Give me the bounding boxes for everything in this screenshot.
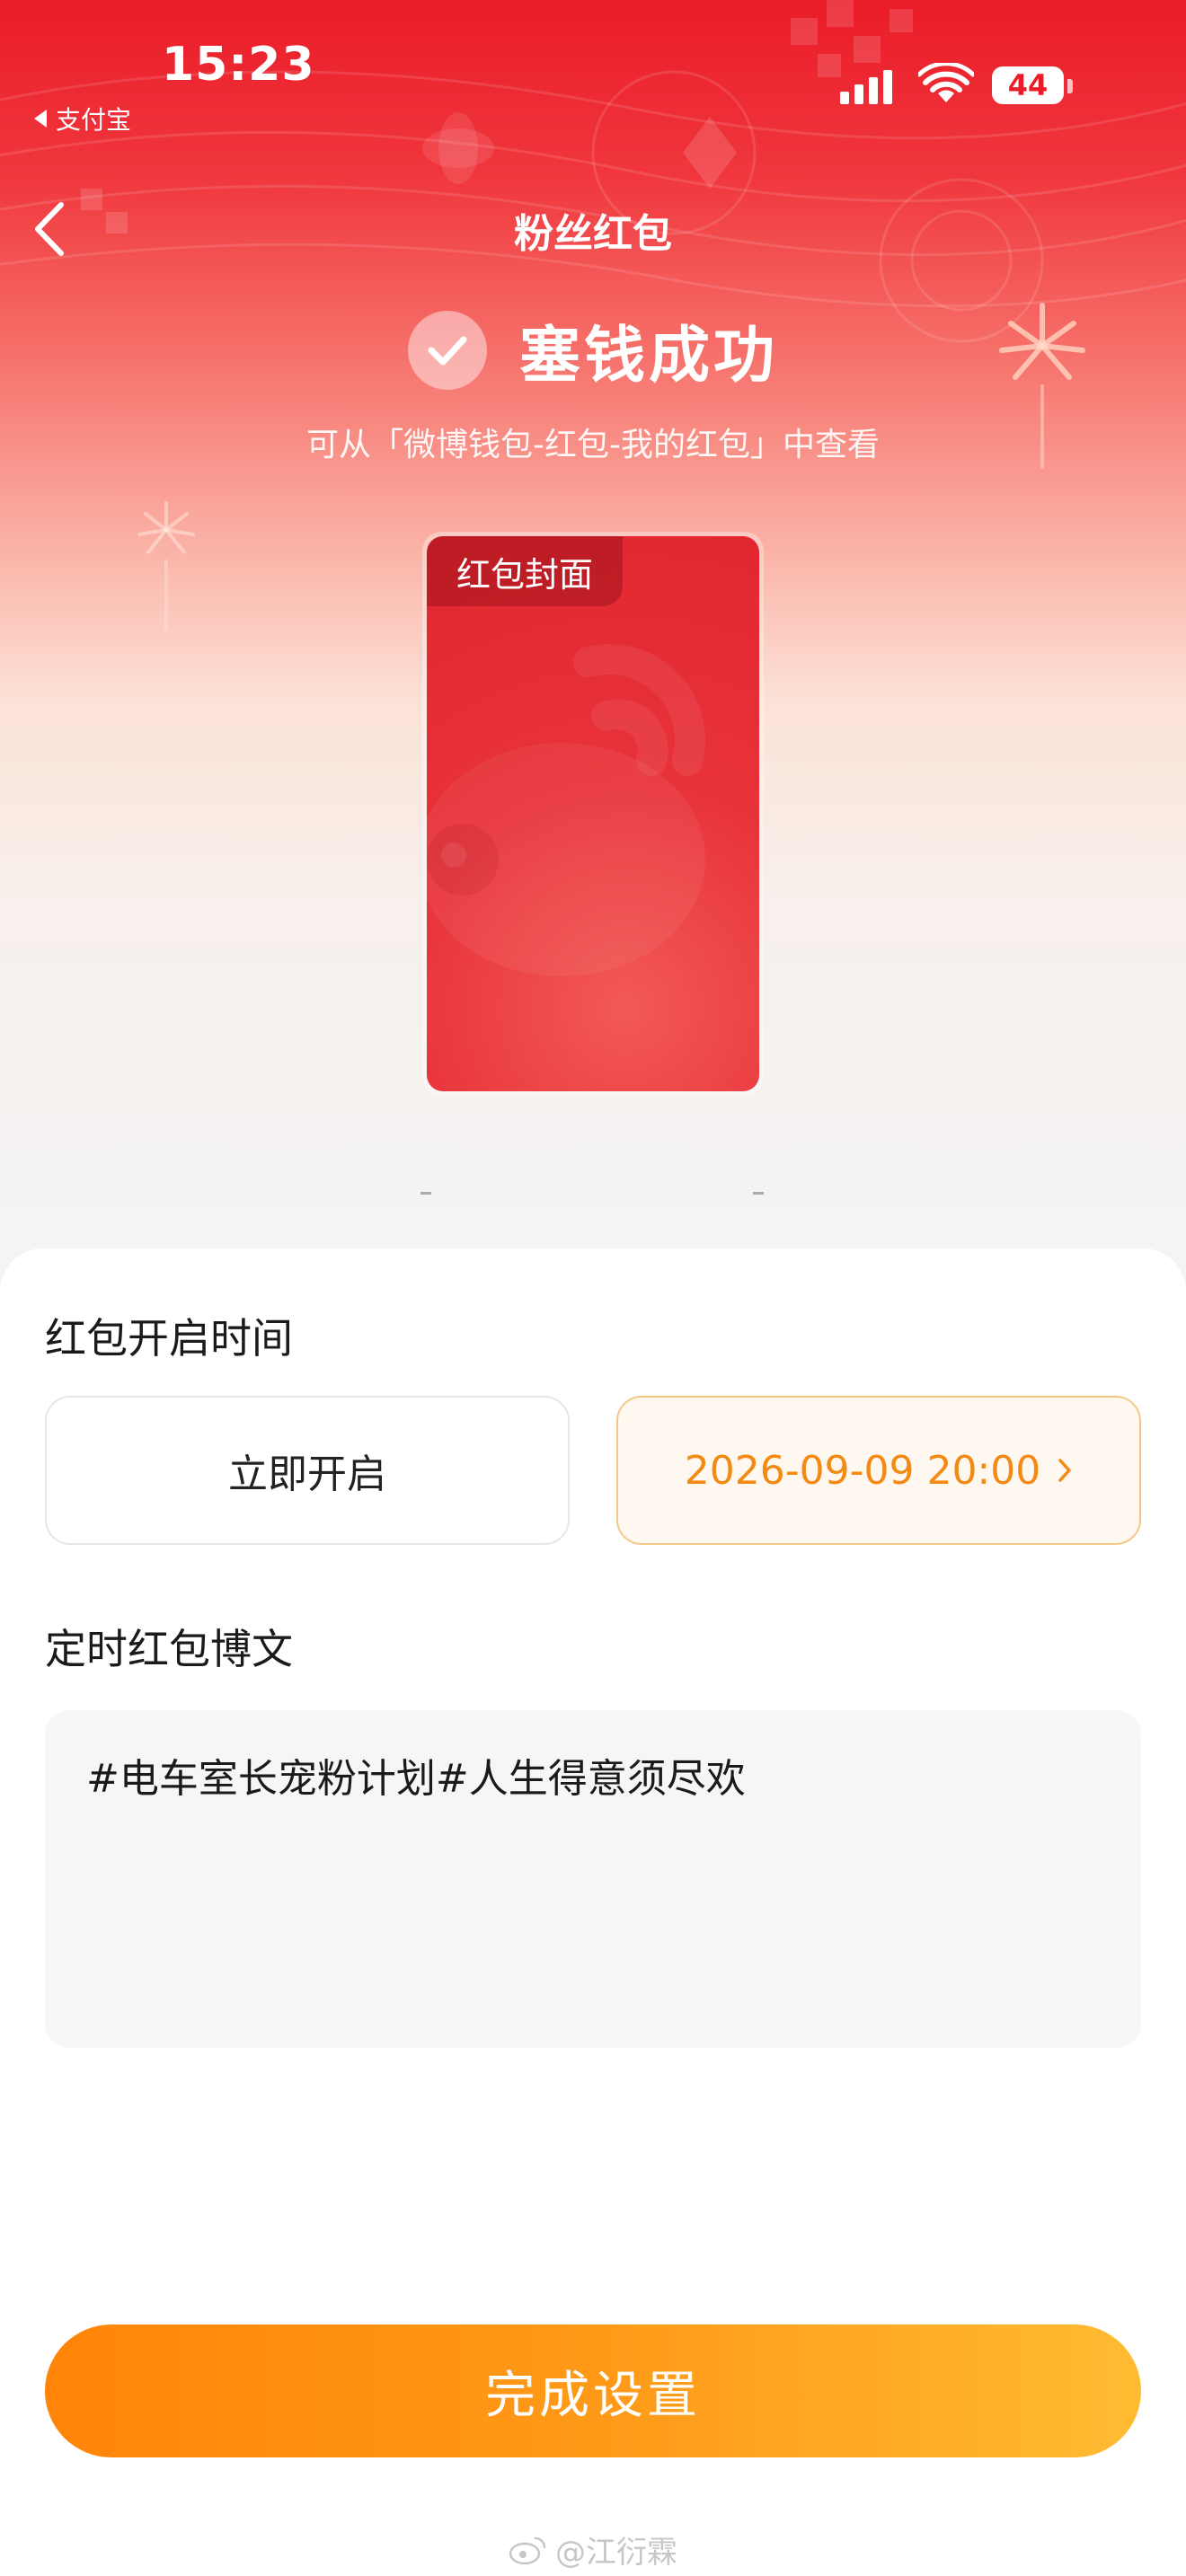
scheduled-time-option[interactable]: 2026-09-09 20:00 (616, 1396, 1141, 1545)
battery-tip (1067, 79, 1073, 93)
back-to-app-link[interactable]: 支付宝 (34, 101, 131, 137)
status-bar: 15:23 支付宝 44 (0, 0, 1186, 135)
chevron-right-icon (1058, 1459, 1071, 1482)
open-now-label: 立即开启 (228, 1451, 386, 1497)
pager-dash-right (753, 1192, 764, 1195)
post-label: 定时红包博文 (45, 1625, 293, 1673)
cellular-signal-icon (840, 68, 892, 104)
finish-setup-button[interactable]: 完成设置 (45, 2325, 1141, 2457)
pager-dash-left (420, 1192, 431, 1195)
cover-label: 红包封面 (427, 536, 623, 606)
open-time-label: 红包开启时间 (45, 1314, 293, 1363)
post-text-input[interactable]: #电车室长宠粉计划#人生得意须尽欢 (45, 1710, 1141, 2048)
weibo-logo-icon (509, 2536, 546, 2564)
check-circle-icon (407, 310, 487, 390)
success-subtitle: 可从「微博钱包-红包-我的红包」中查看 (306, 427, 880, 463)
weibo-logo-watermark-icon (427, 644, 705, 976)
red-envelope-preview[interactable]: 红包封面 (422, 532, 764, 1096)
post-text-value: #电车室长宠粉计划#人生得意须尽欢 (86, 1756, 746, 1802)
status-time: 15:23 (162, 38, 315, 92)
open-now-option[interactable]: 立即开启 (45, 1396, 570, 1545)
back-app-label: 支付宝 (56, 105, 132, 135)
watermark: @江衍霖 (0, 2527, 1186, 2572)
success-title: 塞钱成功 (518, 321, 778, 392)
red-envelope-cover: 红包封面 (427, 536, 759, 1091)
page-title: 粉丝红包 (514, 211, 672, 257)
watermark-text: @江衍霖 (555, 2535, 677, 2571)
scheduled-time-value: 2026-09-09 20:00 (684, 1447, 1041, 1494)
battery-indicator: 44 (992, 66, 1064, 104)
success-header: 塞钱成功 (0, 305, 1186, 394)
back-triangle-icon (34, 110, 47, 128)
wifi-icon (918, 63, 974, 102)
finish-setup-label: 完成设置 (485, 2366, 701, 2425)
